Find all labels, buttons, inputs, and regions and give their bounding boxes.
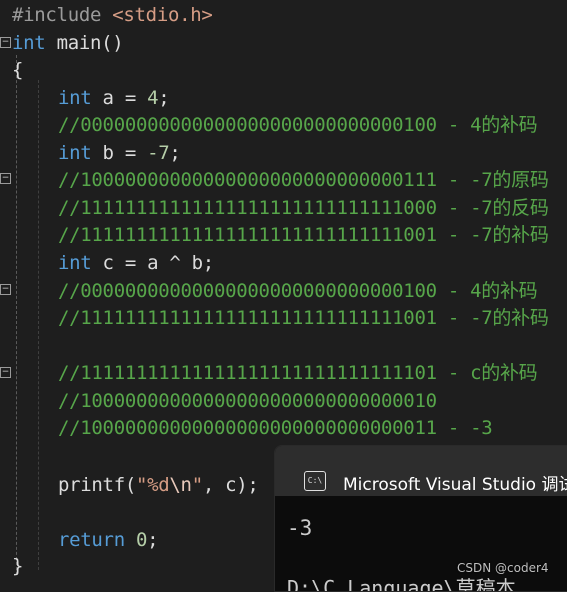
function-name: main() <box>56 32 124 54</box>
keyword: return <box>58 529 125 551</box>
code-text: b = <box>91 142 148 164</box>
code-line-include[interactable]: #include <stdio.h> <box>12 2 213 29</box>
code-comment[interactable]: //10000000000000000000000000000111 - -7的… <box>58 167 549 194</box>
fold-toggle-comment-block[interactable]: − <box>0 284 11 295</box>
code-comment[interactable]: //11111111111111111111111111111101 - c的补… <box>58 360 538 387</box>
number-literal: 0 <box>135 529 148 551</box>
fold-toggle-comment-block[interactable]: − <box>0 173 11 184</box>
code-comment[interactable]: //00000000000000000000000000000100 - 4的补… <box>58 278 538 305</box>
brace: } <box>12 555 24 577</box>
code-line-close-brace[interactable]: } <box>12 553 23 580</box>
code-text: , c); <box>202 474 259 496</box>
console-output: -3 <box>287 516 313 540</box>
fold-toggle-comment-block[interactable]: − <box>0 367 11 378</box>
code-text: a = <box>91 87 148 109</box>
code-comment[interactable]: //10000000000000000000000000000010 <box>58 388 437 415</box>
brace: { <box>12 59 24 81</box>
code-line[interactable]: int b = -7; <box>58 140 181 167</box>
code-comment[interactable]: //11111111111111111111111111111001 - -7的… <box>58 222 549 249</box>
console-title: Microsoft Visual Studio 调试 <box>343 475 567 495</box>
code-text: ; <box>158 87 170 109</box>
fold-toggle-main[interactable]: − <box>0 37 11 48</box>
fold-guide <box>16 55 17 575</box>
console-app-icon: C:\ <box>304 471 326 491</box>
code-line-open-brace[interactable]: { <box>12 57 23 84</box>
code-comment[interactable]: //10000000000000000000000000000011 - -3 <box>58 415 493 442</box>
code-line-main[interactable]: int main() <box>12 30 124 57</box>
code-line-return[interactable]: return 0; <box>58 527 159 554</box>
watermark: CSDN @coder4 <box>457 561 549 575</box>
code-line[interactable]: int c = a ^ b; <box>58 250 214 277</box>
code-text: c = a ^ b; <box>91 252 215 274</box>
code-line-printf[interactable]: printf("%d\n", c); <box>58 472 259 499</box>
keyword: int <box>58 142 92 164</box>
code-text: ; <box>169 142 181 164</box>
include-header: <stdio.h> <box>112 4 213 26</box>
function-call: printf( <box>58 474 136 496</box>
code-line[interactable]: int a = 4; <box>58 85 170 112</box>
number-literal: 4 <box>147 87 159 109</box>
escape-sequence: \n <box>169 474 192 496</box>
string-literal: "%d <box>135 474 170 496</box>
console-title-bar[interactable]: C:\ Microsoft Visual Studio 调试 <box>275 446 567 496</box>
indent-guide <box>38 80 39 570</box>
code-comment[interactable]: //11111111111111111111111111111001 - -7的… <box>58 305 549 332</box>
console-path: D:\C Language\草稿本 <box>287 576 516 592</box>
keyword: int <box>58 252 92 274</box>
number-literal: -7 <box>147 142 170 164</box>
preprocessor-directive: #include <box>12 4 102 26</box>
code-comment[interactable]: //11111111111111111111111111111000 - -7的… <box>58 195 549 222</box>
code-text: ; <box>147 529 159 551</box>
string-literal: " <box>191 474 203 496</box>
keyword: int <box>58 87 92 109</box>
code-comment[interactable]: //00000000000000000000000000000100 - 4的补… <box>58 112 538 139</box>
keyword: int <box>12 32 46 54</box>
